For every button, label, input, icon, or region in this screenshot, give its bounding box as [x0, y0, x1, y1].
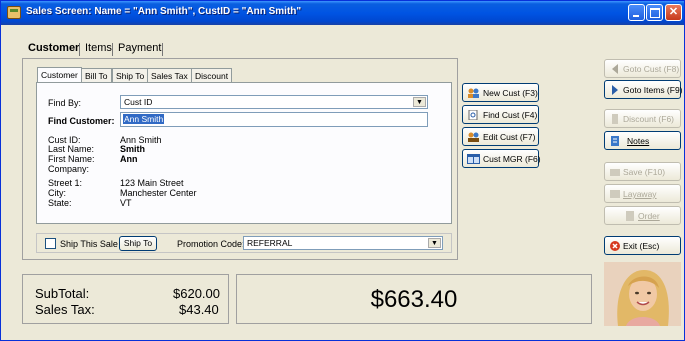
field-label: First Name:	[48, 154, 95, 164]
tab-separator	[79, 43, 80, 56]
field-label: City:	[48, 188, 66, 198]
tab-separator	[112, 43, 113, 56]
layaway-label: Layaway	[623, 189, 657, 199]
exit-label: Exit (Esc)	[623, 241, 660, 251]
users-icon	[468, 88, 479, 98]
notes-button[interactable]: Notes	[604, 131, 681, 150]
save-label: Save (F10)	[623, 167, 666, 177]
order-document-icon	[626, 211, 634, 221]
edit-cust-label: Edit Cust (F7)	[483, 132, 536, 142]
find-cust-label: Find Cust (F4)	[483, 110, 538, 120]
find-by-select[interactable]: Cust ID ▼	[120, 95, 428, 109]
ship-this-sale-label: Ship This Sale	[60, 239, 118, 249]
subtotal-value: $620.00	[173, 286, 220, 301]
customer-portrait-image	[604, 262, 681, 326]
arrow-left-icon	[612, 64, 618, 74]
ship-this-sale-checkbox[interactable]	[45, 238, 56, 249]
search-document-icon	[468, 110, 478, 120]
register-icon	[610, 190, 620, 198]
subtotal-label: SubTotal:	[35, 286, 90, 301]
discount-button[interactable]: Discount (F6)	[604, 109, 681, 128]
goto-items-button[interactable]: Goto Items (F9)	[604, 80, 683, 99]
notes-icon	[611, 136, 619, 146]
layaway-button[interactable]: Layaway	[604, 184, 681, 203]
chevron-down-icon[interactable]: ▼	[413, 97, 426, 107]
goto-cust-label: Goto Cust (F8)	[623, 64, 680, 74]
find-customer-input[interactable]: Ann Smith	[120, 112, 428, 127]
tab-payment[interactable]: Payment	[114, 40, 165, 58]
order-button[interactable]: Order	[604, 206, 681, 225]
discount-label: Discount (F6)	[623, 114, 675, 124]
close-circle-icon	[610, 241, 620, 251]
field-label: Street 1:	[48, 178, 83, 188]
field-label: State:	[48, 198, 72, 208]
grand-total-value: $663.40	[370, 286, 458, 313]
sales-tax-label: Sales Tax:	[35, 302, 95, 317]
find-customer-label: Find Customer:	[48, 116, 115, 126]
maximize-button[interactable]	[646, 4, 663, 21]
arrow-right-icon	[612, 85, 618, 95]
goto-items-label: Goto Items (F9)	[623, 85, 683, 95]
grand-total-panel: $663.40	[236, 274, 592, 324]
table-icon	[467, 154, 480, 164]
folder-icon	[610, 169, 620, 176]
order-label: Order	[638, 211, 660, 221]
title-bar[interactable]: Sales Screen: Name = "Ann Smith", CustID…	[1, 1, 684, 25]
new-cust-button[interactable]: New Cust (F3)	[462, 83, 539, 102]
exit-button[interactable]: Exit (Esc)	[604, 236, 681, 255]
close-button[interactable]: ✕	[665, 4, 682, 21]
discount-icon	[612, 114, 618, 124]
field-label: Company:	[48, 164, 90, 174]
tab-items[interactable]: Items	[81, 40, 116, 58]
tab-customer[interactable]: Customer	[24, 40, 84, 60]
promotion-code-value: REFERRAL	[247, 238, 293, 248]
new-cust-label: New Cust (F3)	[483, 88, 538, 98]
totals-panel: SubTotal: $620.00 Sales Tax: $43.40	[22, 274, 229, 324]
chevron-down-icon[interactable]: ▼	[428, 238, 441, 248]
shipping-row: Ship This Sale Ship To Promotion Code: R…	[36, 233, 452, 253]
customer-photo	[604, 262, 681, 326]
field-value: Manchester Center	[120, 188, 197, 198]
notes-label: Notes	[627, 136, 650, 146]
promotion-code-select[interactable]: REFERRAL ▼	[243, 236, 443, 250]
find-by-value: Cust ID	[124, 97, 153, 107]
find-by-label: Find By:	[48, 98, 82, 108]
promotion-code-label: Promotion Code:	[177, 239, 245, 249]
edit-cust-button[interactable]: Edit Cust (F7)	[462, 127, 539, 146]
field-value: VT	[120, 198, 132, 208]
minimize-button[interactable]	[628, 4, 645, 21]
ship-to-button[interactable]: Ship To	[119, 236, 157, 251]
field-value: Smith	[120, 144, 146, 154]
cust-mgr-label: Cust MGR (F6)	[483, 154, 541, 164]
field-value: 123 Main Street	[120, 178, 184, 188]
find-cust-button[interactable]: Find Cust (F4)	[462, 105, 539, 124]
cust-mgr-button[interactable]: Cust MGR (F6)	[462, 149, 541, 168]
field-label: Last Name:	[48, 144, 95, 154]
window-title: Sales Screen: Name = "Ann Smith", CustID…	[26, 6, 302, 17]
tab-separator	[162, 43, 163, 56]
sales-tax-value: $43.40	[179, 302, 219, 317]
goto-cust-button[interactable]: Goto Cust (F8)	[604, 59, 681, 78]
field-value: Ann	[120, 154, 138, 164]
save-button[interactable]: Save (F10)	[604, 162, 681, 181]
find-customer-value: Ann Smith	[123, 114, 165, 124]
cash-register-icon	[7, 6, 21, 19]
edit-users-icon	[468, 132, 479, 142]
